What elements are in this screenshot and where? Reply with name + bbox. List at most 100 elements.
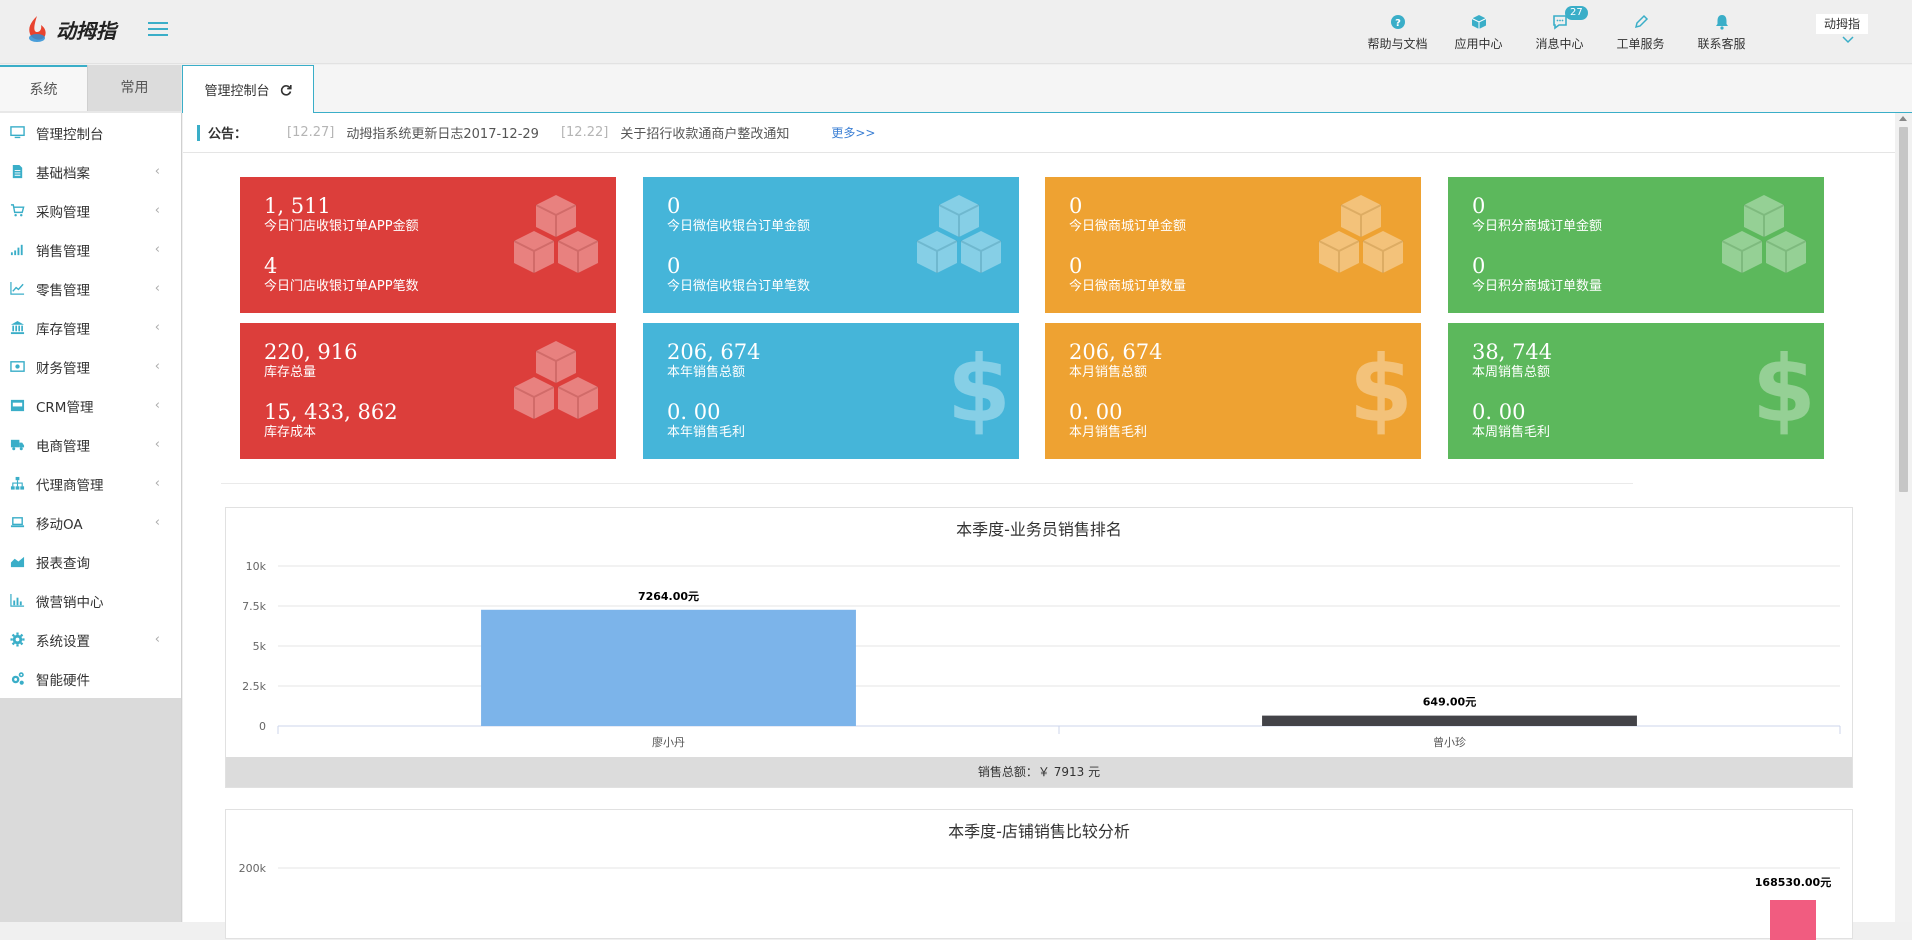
scrollbar-thumb[interactable]	[1899, 127, 1908, 492]
stat-label: 本周销售总额	[1472, 365, 1551, 380]
topnav-item[interactable]: ? 帮助与文档	[1357, 12, 1438, 52]
tab-dashboard[interactable]: 管理控制台	[182, 65, 314, 113]
sidebar-item-label: 移动OA	[36, 516, 83, 533]
chevron-left-icon: ‹	[154, 203, 160, 218]
y-tick-label: 2.5k	[242, 680, 266, 693]
sidebar-item[interactable]: 电商管理 ‹	[0, 425, 182, 464]
y-tick-label: 0	[259, 720, 266, 733]
stat-label: 本年销售毛利	[667, 425, 746, 440]
refresh-icon[interactable]	[280, 84, 292, 96]
sidebar-item[interactable]: 系统设置 ‹	[0, 620, 182, 659]
sidebar-item[interactable]: 智能硬件	[0, 659, 182, 698]
sidebar-item[interactable]: 代理商管理 ‹	[0, 464, 182, 503]
stat-value: 0	[1069, 194, 1083, 218]
stat-card[interactable]: 38, 744 本周销售总额 0. 00 本周销售毛利 $	[1448, 323, 1824, 459]
stat-label: 库存成本	[264, 425, 317, 440]
user-name[interactable]: 动拇指	[1816, 14, 1868, 34]
topnav-label: 帮助与文档	[1367, 37, 1428, 51]
sidebar-item[interactable]: 采购管理 ‹	[0, 191, 182, 230]
sidebar-item[interactable]: CRM管理 ‹	[0, 386, 182, 425]
sidebar-item[interactable]: 报表查询	[0, 542, 182, 581]
message-icon	[1519, 12, 1600, 32]
sidebar-item[interactable]: 库存管理 ‹	[0, 308, 182, 347]
pencil-icon	[1600, 12, 1681, 32]
stat-value: 0. 00	[1069, 400, 1123, 424]
topnav-item[interactable]: 联系客服	[1681, 12, 1762, 52]
sidebar-item-label: 采购管理	[36, 204, 90, 221]
sidebar-item-label: 库存管理	[36, 321, 90, 338]
stat-card[interactable]: 0 今日积分商城订单金额 0 今日积分商城订单数量	[1448, 177, 1824, 313]
monitor-icon	[8, 126, 26, 140]
y-tick-label: 10k	[246, 560, 267, 573]
stat-label: 本月销售毛利	[1069, 425, 1148, 440]
chart-bar[interactable]	[1262, 715, 1637, 726]
sidebar-item[interactable]: 销售管理 ‹	[0, 230, 182, 269]
cubes-icon	[1315, 191, 1407, 287]
chart-bar[interactable]	[1770, 900, 1816, 940]
chevron-left-icon: ‹	[154, 359, 160, 374]
topnav-label: 工单服务	[1616, 37, 1665, 51]
topnav-item[interactable]: 消息中心 27	[1519, 6, 1600, 52]
tab-common[interactable]: 常用	[87, 65, 181, 111]
salesperson-ranking-chart: 0 2.5k 5k 7.5k 10k 7264.00元廖小丹 649.00元曾小珍	[242, 560, 1841, 749]
dollar-icon: $	[947, 336, 1011, 443]
stat-card[interactable]: 206, 674 本年销售总额 0. 00 本年销售毛利 $	[643, 323, 1019, 459]
stat-value: 220, 916	[264, 340, 358, 364]
chevron-left-icon: ‹	[154, 437, 160, 452]
flame-logo-icon	[29, 16, 46, 42]
stat-value: 15, 433, 862	[264, 400, 398, 424]
sidebar-item-label: 基础档案	[36, 165, 90, 182]
stat-value: 0	[1472, 254, 1486, 278]
topnav-item[interactable]: 应用中心	[1438, 12, 1519, 52]
cubes-icon	[510, 337, 602, 433]
cube-icon	[1438, 12, 1519, 32]
menu-toggle-icon[interactable]	[148, 22, 168, 38]
scrollbar[interactable]	[1895, 113, 1912, 922]
help-icon: ?	[1357, 12, 1438, 32]
stat-value: 0. 00	[667, 400, 721, 424]
sidebar-item-label: 零售管理	[36, 282, 90, 299]
notice-more-link[interactable]: 更多>>	[831, 124, 875, 141]
svg-text:?: ?	[1395, 18, 1401, 29]
sidebar-item[interactable]: 微营销中心	[0, 581, 182, 620]
chart-bar[interactable]	[481, 609, 856, 726]
svg-text:$: $	[949, 343, 1009, 435]
bar-data-label: 649.00元	[1423, 696, 1476, 709]
sidebar-item-label: 电商管理	[36, 438, 90, 455]
stat-value: 0	[1472, 194, 1486, 218]
notice-link[interactable]: 关于招行收款通商户整改通知	[620, 123, 789, 142]
money-icon	[8, 360, 26, 374]
sidebar-item-label: 管理控制台	[36, 126, 104, 143]
topnav-item[interactable]: 工单服务	[1600, 12, 1681, 52]
sidebar-item[interactable]: 财务管理 ‹	[0, 347, 182, 386]
top-header: 动拇指 ? 帮助与文档 应用中心 消息中心 27 工单服务 联系客服 动拇指	[0, 0, 1912, 64]
stat-card[interactable]: 0 今日微商城订单金额 0 今日微商城订单数量	[1045, 177, 1421, 313]
stat-card[interactable]: 0 今日微信收银台订单金额 0 今日微信收银台订单笔数	[643, 177, 1019, 313]
chevron-down-icon[interactable]	[1842, 36, 1854, 44]
gear-icon	[8, 632, 26, 647]
tab-system[interactable]: 系统	[0, 65, 87, 111]
stat-label: 今日积分商城订单数量	[1472, 279, 1603, 294]
stat-label: 本月销售总额	[1069, 365, 1148, 380]
sidebar-item-label: 报表查询	[36, 555, 90, 572]
stat-card[interactable]: 1, 511 今日门店收银订单APP金额 4 今日门店收银订单APP笔数	[240, 177, 616, 313]
sidebar-item[interactable]: 管理控制台	[0, 113, 182, 152]
stat-label: 今日门店收银订单APP金额	[264, 219, 419, 234]
scroll-up-arrow[interactable]	[1899, 116, 1907, 121]
stat-card[interactable]: 206, 674 本月销售总额 0. 00 本月销售毛利 $	[1045, 323, 1421, 459]
sidebar-item-label: CRM管理	[36, 399, 94, 416]
brand-logo[interactable]: 动拇指	[24, 14, 116, 44]
sidebar-item[interactable]: 基础档案 ‹	[0, 152, 182, 191]
stat-value: 206, 674	[667, 340, 761, 364]
sidebar-item-label: 财务管理	[36, 360, 90, 377]
cubes-icon	[510, 191, 602, 287]
sidebar-item[interactable]: 移动OA ‹	[0, 503, 182, 542]
chevron-left-icon: ‹	[154, 281, 160, 296]
notice-link[interactable]: 动拇指系统更新日志2017-12-29	[346, 123, 539, 142]
sidebar-item[interactable]: 零售管理 ‹	[0, 269, 182, 308]
svg-text:$: $	[1351, 343, 1411, 435]
y-tick-label: 7.5k	[242, 600, 266, 613]
chevron-left-icon: ‹	[154, 632, 160, 647]
stat-card[interactable]: 220, 916 库存总量 15, 433, 862 库存成本	[240, 323, 616, 459]
tab-dashboard-label: 管理控制台	[204, 84, 270, 99]
